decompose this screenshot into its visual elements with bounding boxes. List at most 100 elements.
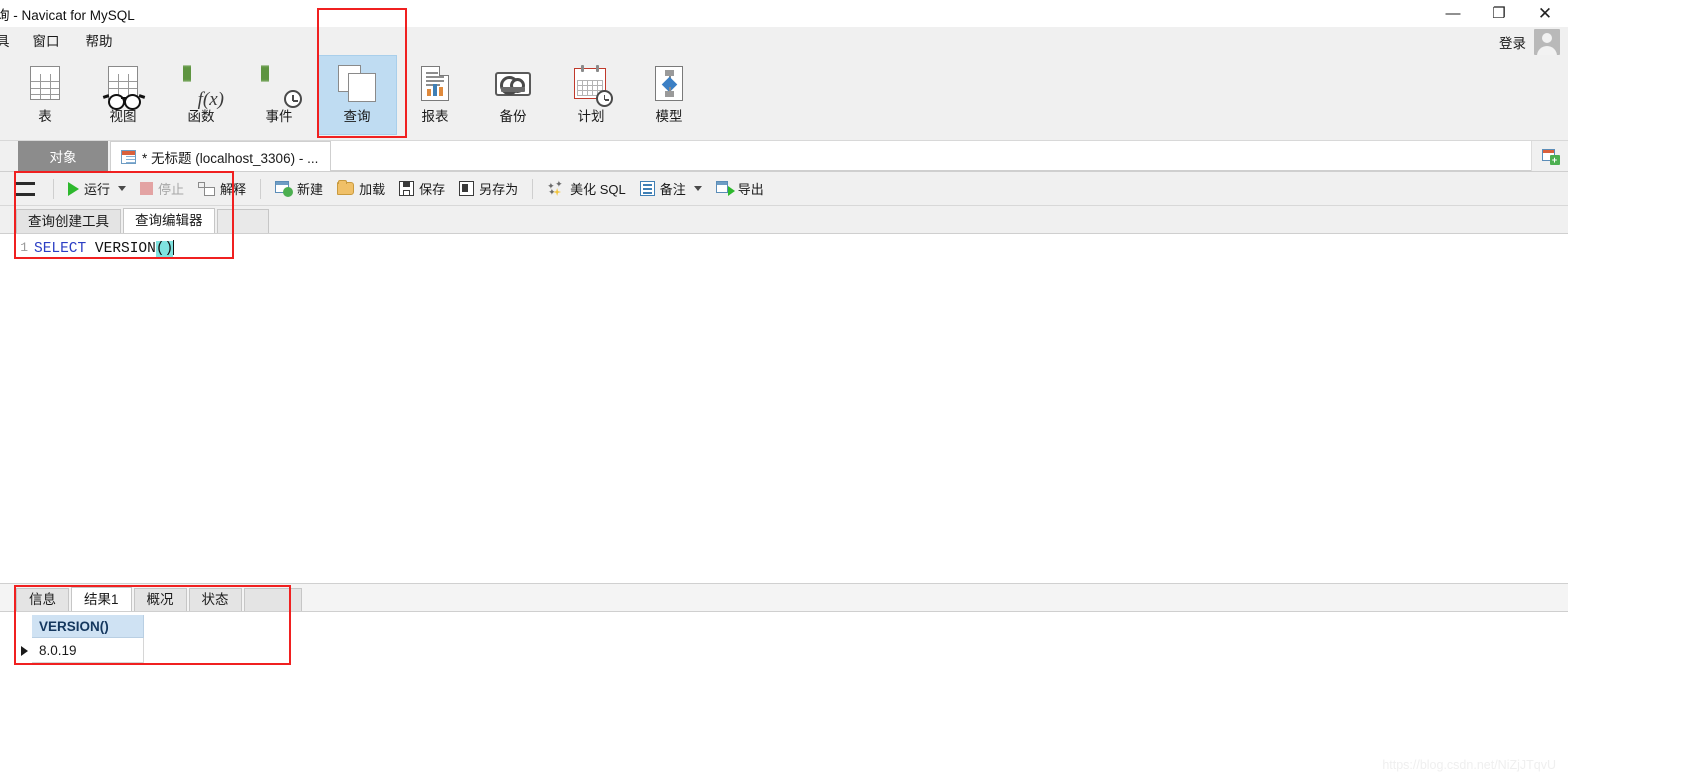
- play-icon: [68, 181, 79, 196]
- note-button[interactable]: 备注: [633, 176, 709, 202]
- watermark: https://blog.csdn.net/NiZjJTqvU: [1382, 758, 1556, 772]
- backup-tape-icon: [491, 64, 535, 106]
- table-row[interactable]: 8.0.19: [16, 638, 1568, 663]
- save-icon: [399, 181, 415, 196]
- export-icon: [715, 181, 735, 196]
- sql-code-area[interactable]: SELECT VERSION(): [34, 234, 1568, 589]
- menu-item-tools[interactable]: 具: [0, 27, 20, 56]
- connection-tab-strip: 对象 * 无标题 (localhost_3306) - ... +: [0, 141, 1568, 172]
- toolbar-menu-button[interactable]: [8, 176, 46, 202]
- model-icon: [647, 64, 691, 106]
- plus-icon: +: [1549, 154, 1560, 165]
- new-tab-button[interactable]: +: [1531, 141, 1568, 171]
- results-tab-status[interactable]: 状态: [188, 588, 242, 611]
- new-label: 新建: [297, 182, 324, 197]
- menu-item-help[interactable]: 帮助: [73, 27, 126, 56]
- beautify-sparkle-icon: ✦ ✦ ✦: [547, 179, 563, 197]
- export-button[interactable]: 导出: [709, 176, 771, 202]
- toolbar-item-query[interactable]: 查询: [317, 55, 397, 135]
- tab-query-connection-label: * 无标题 (localhost_3306) - ...: [142, 150, 319, 166]
- menu-item-window[interactable]: 窗口: [20, 27, 73, 56]
- toolbar-label-backup: 备份: [499, 109, 527, 124]
- new-query-icon: +: [1541, 148, 1560, 165]
- menu-bar: 具 窗口 帮助 登录: [0, 27, 1568, 56]
- save-button[interactable]: 保存: [392, 176, 452, 202]
- sql-function-name: VERSION: [86, 241, 156, 257]
- toolbar-item-view[interactable]: 视图: [84, 56, 162, 134]
- stop-button[interactable]: 停止: [133, 176, 191, 202]
- save-as-icon: [459, 181, 475, 196]
- minimize-button[interactable]: —: [1430, 0, 1476, 27]
- current-row-arrow-icon: [20, 645, 28, 656]
- window-controls: — ❐ ✕: [1430, 0, 1568, 27]
- tab-query-builder[interactable]: 查询创建工具: [16, 209, 121, 233]
- stop-label: 停止: [158, 182, 185, 197]
- sql-selected-parens: (): [155, 241, 174, 257]
- query-tab-icon: [121, 149, 136, 164]
- export-label: 导出: [737, 182, 764, 197]
- toolbar-label-function: 函数: [187, 109, 215, 124]
- results-grid[interactable]: VERSION() 8.0.19: [0, 612, 1568, 663]
- results-tab-info[interactable]: 信息: [16, 588, 69, 611]
- cell-version-value[interactable]: 8.0.19: [32, 638, 144, 663]
- new-button[interactable]: 新建: [268, 176, 330, 202]
- save-as-button[interactable]: 另存为: [452, 176, 525, 202]
- note-label: 备注: [659, 182, 686, 197]
- tab-query-connection[interactable]: * 无标题 (localhost_3306) - ...: [110, 141, 332, 171]
- query-toolbar: 运行 停止 解释 新建 加载 保存 另存为 ✦ ✦ ✦ 美化 SQL 备注 导出: [0, 172, 1568, 206]
- toolbar-item-event[interactable]: 事件: [240, 56, 318, 134]
- column-header-version[interactable]: VERSION(): [32, 615, 144, 638]
- tab-query-editor[interactable]: 查询编辑器: [123, 208, 215, 233]
- right-padding: [1568, 0, 1685, 782]
- toolbar-item-report[interactable]: 报表: [396, 56, 474, 134]
- row-indicator: [16, 638, 32, 663]
- close-button[interactable]: ✕: [1522, 0, 1568, 27]
- login-link[interactable]: 登录: [1499, 32, 1526, 52]
- results-panel: 信息 结果1 概况 状态 VERSION() 8.0.19: [0, 583, 1568, 782]
- beautify-sql-label: 美化 SQL: [570, 182, 626, 197]
- avatar[interactable]: [1534, 28, 1560, 55]
- chevron-down-icon[interactable]: [118, 186, 127, 191]
- results-tab-profile[interactable]: 概况: [133, 588, 187, 611]
- toolbar-label-query: 查询: [343, 109, 371, 124]
- run-label: 运行: [84, 182, 111, 197]
- toolbar-item-function[interactable]: f(x) 函数: [162, 56, 240, 134]
- run-button[interactable]: 运行: [61, 176, 133, 202]
- report-icon: [413, 64, 457, 106]
- new-icon: [275, 181, 294, 197]
- toolbar-item-model[interactable]: 模型: [630, 56, 708, 134]
- explain-label: 解释: [220, 182, 247, 197]
- explain-icon: [198, 181, 216, 196]
- note-chevron-down-icon[interactable]: [693, 186, 702, 191]
- toolbar-label-report: 报表: [421, 109, 449, 124]
- tab-empty: [216, 209, 269, 233]
- load-button[interactable]: 加载: [330, 176, 392, 202]
- sql-keyword: SELECT: [34, 241, 87, 257]
- login-area: 登录: [1499, 27, 1560, 56]
- maximize-button[interactable]: ❐: [1476, 0, 1522, 27]
- toolbar-separator: [53, 178, 54, 199]
- event-clock-icon: [257, 64, 302, 108]
- window-title: 询 - Navicat for MySQL: [0, 7, 135, 23]
- line-number: 1: [20, 240, 28, 255]
- toolbar-label-event: 事件: [265, 109, 293, 124]
- tab-objects[interactable]: 对象: [18, 141, 108, 171]
- view-glasses-icon: [101, 64, 146, 110]
- navicat-window: 询 - Navicat for MySQL — ❐ ✕ 具 窗口 帮助 登录 表…: [0, 0, 1568, 782]
- tab-strip-spacer: [331, 141, 1531, 171]
- sql-editor[interactable]: 1 SELECT VERSION(): [0, 171, 1568, 589]
- toolbar-label-table: 表: [38, 109, 52, 124]
- query-icon: [335, 64, 379, 106]
- toolbar-item-table[interactable]: 表: [6, 56, 84, 134]
- results-tab-result1[interactable]: 结果1: [71, 587, 132, 611]
- toolbar-separator-3: [532, 178, 534, 199]
- toolbar-item-backup[interactable]: 备份: [474, 56, 552, 134]
- toolbar-item-schedule[interactable]: 计划: [552, 56, 630, 134]
- results-grid-header: VERSION(): [16, 615, 1568, 638]
- save-as-label: 另存为: [479, 182, 519, 197]
- explain-button[interactable]: 解释: [191, 176, 253, 202]
- stop-icon: [140, 182, 154, 195]
- save-label: 保存: [419, 182, 446, 197]
- beautify-sql-button[interactable]: ✦ ✦ ✦ 美化 SQL: [540, 176, 633, 202]
- folder-icon: [337, 180, 355, 195]
